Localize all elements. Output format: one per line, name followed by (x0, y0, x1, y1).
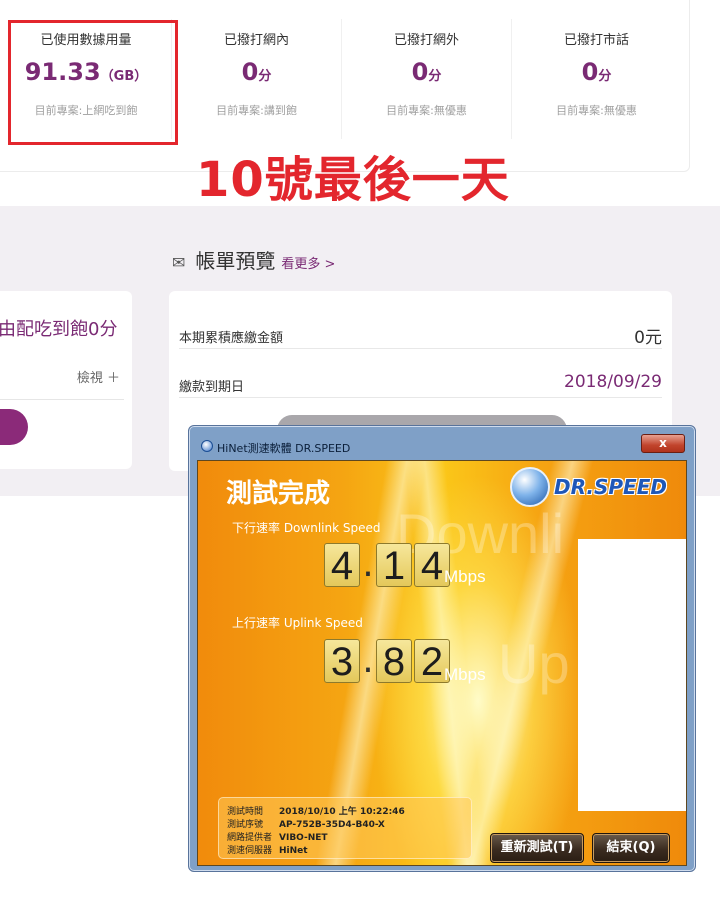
bill-value: 2018/09/29 (564, 372, 662, 392)
bill-value: 0元 (634, 328, 662, 348)
globe-icon (510, 467, 550, 507)
page: 已使用數據用量 91.33（GB） 目前專案:上網吃到飽 已撥打網內 0分 目前… (0, 0, 720, 902)
digit: 3 (324, 639, 360, 684)
plan-action-button[interactable] (0, 409, 28, 445)
view-link[interactable]: 檢視 ＋ (77, 367, 120, 386)
divider (0, 399, 124, 400)
app-icon (201, 440, 213, 452)
info-value: AP-752B-35D4-B40-X (279, 820, 385, 830)
downlink-unit: Mbps (444, 567, 486, 586)
stat-plan: 目前專案:無優惠 (386, 104, 467, 117)
stat-title: 已撥打市話 (563, 33, 629, 48)
test-info-box: 測試時間 2018/10/10 上午 10:22:46 測試序號 AP-752B-3… (218, 797, 472, 859)
stat-offnet: 已撥打網外 0分 目前專案:無優惠 (341, 19, 511, 139)
stat-title: 已撥打網外 (393, 33, 459, 48)
stat-plan: 目前專案:講到飽 (216, 104, 297, 117)
speedtest-panel: Downli Up 測試完成 DR.SPEED 下行速率 Downlink Sp… (197, 460, 687, 866)
info-value: VIBO-NET (279, 833, 328, 843)
info-row: 網路提供者 VIBO-NET (227, 830, 328, 843)
retest-button[interactable]: 重新測試(T) (490, 833, 584, 863)
bill-row-amount: 本期累積應繳金額 0元 (179, 301, 662, 349)
bill-heading: ✉ 帳單預覽 看更多 > (172, 245, 335, 274)
stat-value: 0分 (411, 58, 442, 86)
status-heading: 測試完成 (226, 479, 331, 509)
background-text: Up (498, 632, 570, 695)
info-row: 測試時間 2018/10/10 上午 10:22:46 (227, 804, 405, 817)
digit: 1 (376, 543, 412, 588)
end-button[interactable]: 結束(Q) (592, 833, 670, 863)
brand-text: DR.SPEED (554, 475, 667, 499)
stat-title: 已撥打網內 (223, 33, 289, 48)
window-titlebar[interactable]: HiNet測速軟體 DR.SPEED x (189, 426, 695, 460)
downlink-label: 下行速率 Downlink Speed (232, 521, 381, 535)
drspeed-logo: DR.SPEED (510, 467, 670, 507)
downlink-readout: 4 . 1 4 (324, 543, 452, 588)
decimal-point: . (362, 640, 374, 681)
stat-value: 0分 (581, 58, 612, 86)
uplink-readout: 3 . 8 2 (324, 639, 452, 684)
info-row: 測試序號 AP-752B-35D4-B40-X (227, 817, 385, 830)
info-key: 網路提供者 (227, 833, 273, 843)
info-value: 2018/10/10 上午 10:22:46 (279, 807, 405, 817)
annotation-text: 10號最後一天 (196, 152, 510, 208)
bill-label: 本期累積應繳金額 (179, 331, 284, 346)
info-value: HiNet (279, 846, 308, 856)
stat-plan: 目前專案:無優惠 (556, 104, 637, 117)
bill-title: 帳單預覽 (195, 249, 276, 273)
bill-label: 繳款到期日 (179, 380, 245, 395)
plan-card: 由配吃到飽0分 檢視 ＋ (0, 291, 132, 469)
digit: 4 (324, 543, 360, 588)
info-key: 測試時間 (227, 807, 264, 817)
envelope-icon: ✉ (172, 253, 186, 272)
digit: 8 (376, 639, 412, 684)
info-row: 測速伺服器 HiNet (227, 843, 308, 856)
see-more-link[interactable]: 看更多 > (281, 257, 335, 272)
decimal-point: . (362, 544, 374, 585)
uplink-label: 上行速率 Uplink Speed (232, 616, 363, 630)
highlight-box (8, 20, 178, 145)
plan-promo-text: 由配吃到飽0分 (0, 319, 118, 340)
speedtest-window: HiNet測速軟體 DR.SPEED x Downli Up 測試完成 DR.S… (188, 425, 696, 872)
side-panel (578, 539, 686, 811)
window-title: HiNet測速軟體 DR.SPEED (217, 442, 351, 455)
info-key: 測速伺服器 (227, 846, 273, 856)
uplink-unit: Mbps (444, 665, 486, 684)
close-button[interactable]: x (641, 434, 685, 453)
bill-row-due-date: 繳款到期日 2018/09/29 (179, 350, 662, 398)
stat-landline: 已撥打市話 0分 目前專案:無優惠 (511, 19, 681, 139)
info-key: 測試序號 (227, 820, 264, 830)
stat-value: 0分 (241, 58, 272, 86)
stat-onnet: 已撥打網內 0分 目前專案:講到飽 (171, 19, 341, 139)
